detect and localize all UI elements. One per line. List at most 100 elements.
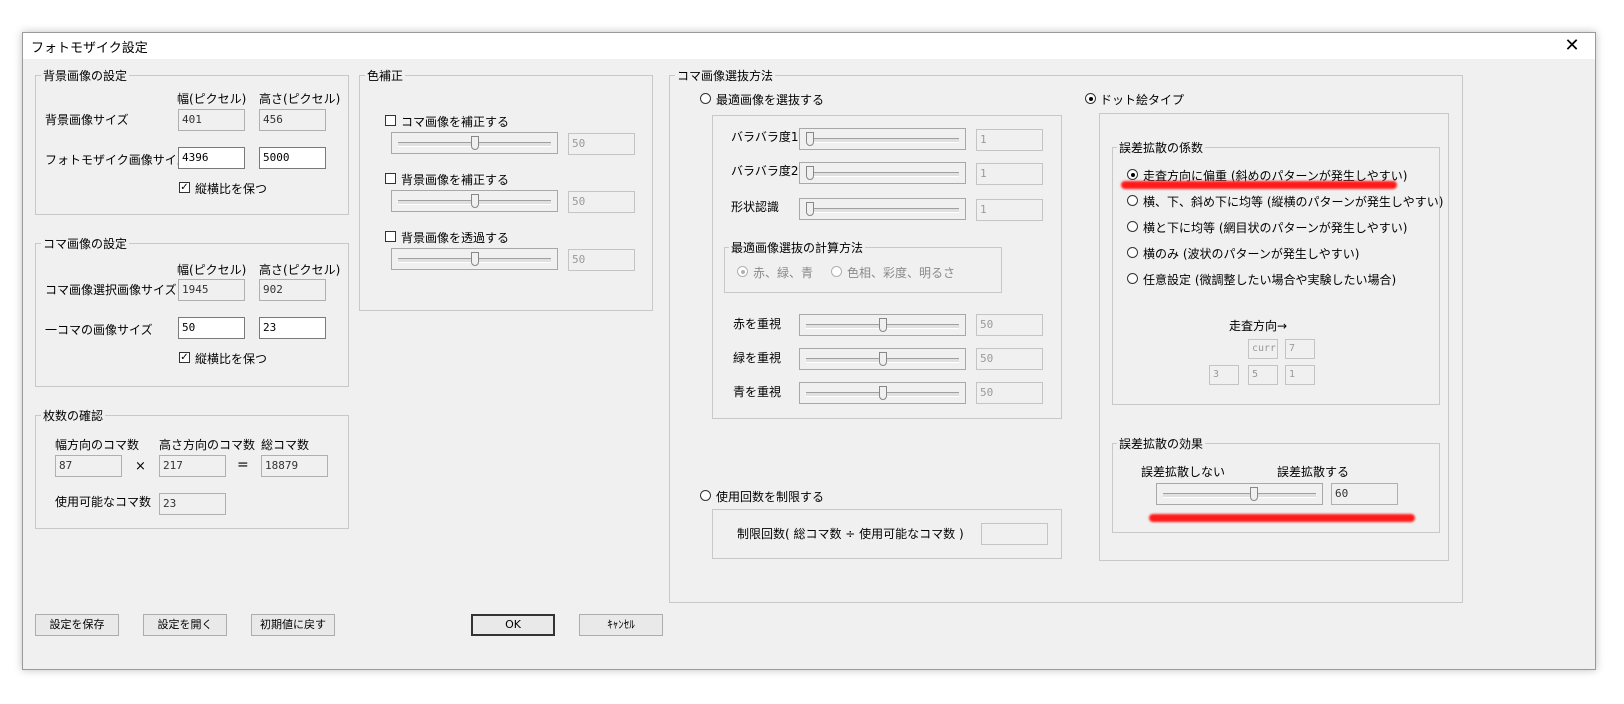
height-column-header: 高さ(ピクセル) bbox=[259, 92, 341, 106]
select-size-label: コマ画像選択画像サイズ bbox=[45, 283, 177, 297]
bg-width-field: 401 bbox=[178, 109, 245, 131]
calc-rgb-label: 赤、緑、青 bbox=[753, 266, 814, 280]
scan-direction-label: 走査方向→ bbox=[1229, 319, 1288, 333]
shape-slider[interactable] bbox=[799, 198, 966, 220]
green-weight-value: 50 bbox=[976, 348, 1043, 370]
color-correct-checkbox[interactable] bbox=[385, 115, 396, 126]
diffusion-option-radio[interactable] bbox=[1127, 247, 1138, 258]
diffusion-option-radio[interactable] bbox=[1127, 195, 1138, 206]
diffusion-effect-value: 60 bbox=[1331, 483, 1398, 505]
shape-value: 1 bbox=[976, 199, 1043, 221]
diffusion-option-label: 任意設定 (微調整したい場合や実験したい場合) bbox=[1143, 273, 1397, 287]
diffusion-option-radio[interactable] bbox=[1127, 273, 1138, 284]
height-count-label: 高さ方向のコマ数 bbox=[159, 438, 256, 452]
green-weight-slider[interactable] bbox=[799, 348, 966, 370]
window-title: フォトモザイク設定 bbox=[31, 41, 148, 56]
blue-weight-label: 青を重視 bbox=[733, 385, 782, 399]
scatter1-value: 1 bbox=[976, 129, 1043, 151]
red-weight-label: 赤を重視 bbox=[733, 317, 782, 331]
blue-weight-value: 50 bbox=[976, 382, 1043, 404]
times-sign: × bbox=[135, 459, 146, 474]
usable-count-field: 23 bbox=[159, 493, 226, 515]
close-icon[interactable]: ✕ bbox=[1559, 33, 1585, 59]
coef-current-cell: curr bbox=[1248, 339, 1278, 359]
tile-size-label: 一コマの画像サイズ bbox=[45, 323, 153, 337]
bg-keep-aspect-checkbox[interactable]: ✓ bbox=[179, 182, 190, 193]
diffusion-effect-slider-thumb[interactable] bbox=[1250, 487, 1258, 501]
green-weight-label: 緑を重視 bbox=[733, 351, 782, 365]
color-correct-slider[interactable] bbox=[391, 132, 558, 154]
color-correct-slider-thumb[interactable] bbox=[470, 136, 479, 150]
annotation-underline-top bbox=[1121, 181, 1397, 189]
color-correct-label: 背景画像を補正する bbox=[401, 173, 510, 187]
ok-button[interactable]: OK bbox=[471, 614, 555, 636]
tile-selection-legend: コマ画像選抜方法 bbox=[675, 67, 776, 84]
shape-label: 形状認識 bbox=[731, 200, 780, 214]
width-count-field: 87 bbox=[55, 455, 122, 477]
color-correct-value: 50 bbox=[568, 133, 635, 155]
tile-keep-aspect-label: 縦横比を保つ bbox=[195, 352, 268, 366]
mosaic-size-label: フォトモザイク画像サイズ bbox=[45, 153, 189, 167]
width-column-header: 幅(ピクセル) bbox=[177, 92, 247, 106]
limit-count-field bbox=[981, 523, 1048, 545]
green-weight-slider-thumb[interactable] bbox=[878, 352, 887, 366]
color-correct-value: 50 bbox=[568, 191, 635, 213]
width-count-label: 幅方向のコマ数 bbox=[55, 438, 140, 452]
mosaic-height-input[interactable]: 5000 bbox=[259, 147, 326, 169]
scatter2-slider-thumb[interactable] bbox=[806, 166, 814, 180]
title-bar: フォトモザイク設定 ✕ bbox=[23, 33, 1595, 59]
coef-bottom-cell: 5 bbox=[1248, 365, 1278, 385]
usable-count-label: 使用可能なコマ数 bbox=[55, 495, 152, 509]
total-count-label: 総コマ数 bbox=[261, 438, 310, 452]
limit-count-label: 制限回数( 総コマ数 ÷ 使用可能なコマ数 ) bbox=[737, 527, 964, 541]
bg-size-label: 背景画像サイズ bbox=[45, 113, 129, 127]
color-correct-value: 50 bbox=[568, 249, 635, 271]
scatter1-slider-thumb[interactable] bbox=[806, 132, 814, 146]
diffusion-option-radio[interactable] bbox=[1127, 169, 1138, 180]
diffusion-effect-legend: 誤差拡散の効果 bbox=[1117, 435, 1206, 452]
scatter2-value: 1 bbox=[976, 163, 1043, 185]
calc-rgb-radio[interactable] bbox=[737, 266, 748, 277]
color-correct-slider-thumb[interactable] bbox=[470, 252, 479, 266]
tile-height-column-header: 高さ(ピクセル) bbox=[259, 263, 341, 277]
blue-weight-slider[interactable] bbox=[799, 382, 966, 404]
tile-height-input[interactable]: 23 bbox=[259, 317, 326, 339]
dot-art-radio[interactable] bbox=[1085, 93, 1096, 104]
scatter2-slider[interactable] bbox=[799, 162, 966, 184]
red-weight-value: 50 bbox=[976, 314, 1043, 336]
scatter1-label: バラバラ度1 bbox=[731, 130, 799, 144]
color-correct-slider[interactable] bbox=[391, 190, 558, 212]
color-correct-checkbox[interactable] bbox=[385, 231, 396, 242]
tile-width-input[interactable]: 50 bbox=[178, 317, 245, 339]
shape-slider-thumb[interactable] bbox=[806, 202, 814, 216]
red-weight-slider-thumb[interactable] bbox=[878, 318, 887, 332]
do-diffusion-label: 誤差拡散する bbox=[1277, 465, 1350, 479]
no-diffusion-label: 誤差拡散しない bbox=[1141, 465, 1226, 479]
limit-use-radio[interactable] bbox=[700, 490, 711, 501]
calc-method-legend: 最適画像選抜の計算方法 bbox=[729, 239, 866, 256]
reset-defaults-button[interactable]: 初期値に戻す bbox=[251, 614, 335, 636]
equals-sign: = bbox=[237, 457, 249, 473]
scatter2-label: バラバラ度2 bbox=[731, 164, 799, 178]
color-correct-slider[interactable] bbox=[391, 248, 558, 270]
color-correct-checkbox[interactable] bbox=[385, 173, 396, 184]
tile-keep-aspect-checkbox[interactable]: ✓ bbox=[179, 352, 190, 363]
blue-weight-slider-thumb[interactable] bbox=[878, 386, 887, 400]
open-settings-button[interactable]: 設定を開く bbox=[143, 614, 227, 636]
optimal-radio-label: 最適画像を選抜する bbox=[716, 93, 825, 107]
diffusion-option-radio[interactable] bbox=[1127, 221, 1138, 232]
select-height-field: 902 bbox=[259, 279, 326, 301]
annotation-underline-bottom bbox=[1149, 514, 1415, 522]
cancel-button[interactable]: ｷｬﾝｾﾙ bbox=[579, 614, 663, 636]
dot-art-label: ドット絵タイプ bbox=[1100, 93, 1185, 107]
calc-hsv-radio[interactable] bbox=[831, 266, 842, 277]
red-weight-slider[interactable] bbox=[799, 314, 966, 336]
save-settings-button[interactable]: 設定を保存 bbox=[35, 614, 119, 636]
coef-bottom-right-cell: 1 bbox=[1285, 365, 1315, 385]
diffusion-effect-slider[interactable] bbox=[1156, 483, 1323, 505]
mosaic-width-input[interactable]: 4396 bbox=[178, 147, 245, 169]
scatter1-slider[interactable] bbox=[799, 128, 966, 150]
count-legend: 枚数の確認 bbox=[41, 407, 106, 424]
optimal-radio[interactable] bbox=[700, 93, 711, 104]
color-correct-slider-thumb[interactable] bbox=[470, 194, 479, 208]
